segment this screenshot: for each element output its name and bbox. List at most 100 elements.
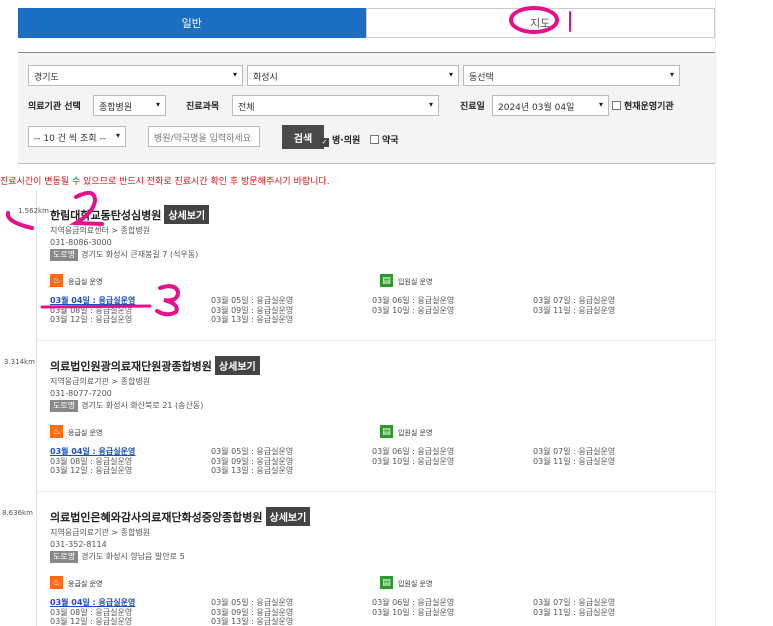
chevron-down-icon: ▾	[155, 100, 160, 109]
dept-label: 진료과목	[186, 102, 220, 112]
schedule-column: 03월 06일 : 응급실운영 03월 10일 : 응급실운영	[372, 296, 492, 315]
address-text: 경기도 화성시 큰재봉길 7 (석우동)	[81, 250, 199, 259]
pharmacy-label: 약국	[382, 136, 399, 146]
tab-general[interactable]: 일반	[18, 8, 366, 38]
schedule-line: 03월 13일 : 응급실운영	[211, 466, 294, 475]
schedule-column: 03월 05일 : 응급실운영 03월 09일 : 응급실운영 03월 13일 : …	[211, 598, 331, 626]
er-label: 응급실 운영	[68, 278, 103, 286]
hospital-name-text[interactable]: 의료법인은혜와감사의료재단화성중앙종합병원	[50, 511, 263, 524]
timeline-line	[36, 190, 37, 626]
schedule-line: 03월 10일 : 응급실운영	[372, 607, 455, 617]
dong-value: 동선택	[469, 73, 494, 83]
schedule-line: 03월 08일 : 응급실운영	[50, 607, 133, 617]
today-link[interactable]: 03월 04일 : 응급실운영	[50, 598, 170, 608]
schedule-line: 03월 12일 : 응급실운영	[50, 466, 133, 475]
bed-icon: ▤	[380, 576, 393, 589]
schedule-line: 03월 09일 : 응급실운영	[211, 305, 294, 315]
today-link[interactable]: 03월 04일 : 응급실운영	[50, 296, 170, 306]
schedule-line: 03월 07일 : 응급실운영	[533, 296, 616, 305]
chevron-down-icon: ▾	[428, 100, 433, 109]
schedule-line: 03월 07일 : 응급실운영	[533, 447, 616, 456]
schedule-line: 03월 13일 : 응급실운영	[211, 315, 294, 324]
inpatient-label: 입원실 운영	[398, 580, 433, 588]
operating-label: 현재운영기관	[624, 102, 674, 112]
address-text: 경기도 화성시 향남읍 발안로 5	[81, 552, 185, 561]
hospital-category: 지역응급의료기관 > 종합병원	[50, 528, 151, 537]
page-size-value: -- 10 건 씩 조회 --	[34, 134, 106, 144]
facility-value: 종합병원	[99, 103, 133, 113]
schedule-line: 03월 11일 : 응급실운영	[533, 456, 616, 466]
schedule-line: 03월 05일 : 응급실운영	[211, 296, 294, 305]
hospital-category: 지역응급의료기관 > 종합병원	[50, 377, 151, 386]
bed-icon: ▤	[380, 425, 393, 438]
region-value: 경기도	[34, 73, 59, 83]
city-value: 화성시	[253, 73, 278, 83]
hospital-checkbox[interactable]: ✓ 병·의원	[320, 133, 360, 147]
chevron-down-icon: ▾	[598, 100, 603, 109]
date-select[interactable]: 2024년 03월 04일 ▾	[492, 95, 609, 116]
schedule-column: 03월 06일 : 응급실운영 03월 10일 : 응급실운영	[372, 598, 492, 617]
schedule-line: 03월 08일 : 응급실운영	[50, 305, 133, 315]
schedule-column: 03월 07일 : 응급실운영 03월 11일 : 응급실운영	[533, 598, 653, 617]
er-label: 응급실 운영	[68, 580, 103, 588]
pharmacy-checkbox[interactable]: 약국	[370, 133, 399, 146]
today-link[interactable]: 03월 04일 : 응급실운영	[50, 447, 170, 457]
schedule-column: 03월 05일 : 응급실운영 03월 09일 : 응급실운영 03월 13일 : …	[211, 447, 331, 476]
siren-icon: ♨	[50, 274, 63, 287]
schedule-line: 03월 05일 : 응급실운영	[211, 598, 294, 607]
checkmark-icon: ✓	[320, 138, 329, 147]
schedule-column: 03월 05일 : 응급실운영 03월 09일 : 응급실운영 03월 13일 : …	[211, 296, 331, 325]
hospital-info: 지역응급의료센터 > 종합병원 031-8086-3000 도로명 경기도 화성시 큰…	[50, 225, 198, 261]
siren-icon: ♨	[50, 425, 63, 438]
page-size-select[interactable]: -- 10 건 씩 조회 -- ▾	[28, 126, 126, 147]
schedule-line: 03월 12일 : 응급실운영	[50, 617, 133, 626]
hospital-address: 도로명 경기도 화성시 화산북로 21 (송산동)	[50, 400, 203, 412]
schedule-line: 03월 08일 : 응급실운영	[50, 456, 133, 466]
schedule-line: 03월 09일 : 응급실운영	[211, 607, 294, 617]
detail-button[interactable]: 상세보기	[164, 205, 210, 224]
schedule-column: 03월 06일 : 응급실운영 03월 10일 : 응급실운영	[372, 447, 492, 466]
city-select[interactable]: 화성시 ▾	[247, 65, 459, 86]
schedule-column: 03월 04일 : 응급실운영 03월 08일 : 응급실운영 03월 12일 : …	[50, 447, 170, 476]
checkbox-icon	[612, 101, 621, 110]
hospital-name: 한림대학교동탄성심병원 상세보기	[50, 205, 210, 224]
bed-icon: ▤	[380, 274, 393, 287]
schedule-column: 03월 07일 : 응급실운영 03월 11일 : 응급실운영	[533, 447, 653, 466]
road-name-tag: 도로명	[50, 551, 79, 563]
operating-checkbox[interactable]: 현재운영기관	[612, 99, 674, 112]
address-text: 경기도 화성시 화산북로 21 (송산동)	[81, 401, 204, 410]
schedule-column: 03월 07일 : 응급실운영 03월 11일 : 응급실운영	[533, 296, 653, 315]
chevron-down-icon: ▾	[115, 131, 120, 140]
schedule-line: 03월 09일 : 응급실운영	[211, 456, 294, 466]
schedule-line: 03월 06일 : 응급실운영	[372, 296, 455, 305]
detail-button[interactable]: 상세보기	[265, 507, 311, 526]
facility-select[interactable]: 종합병원 ▾	[93, 95, 166, 116]
entry-separator	[36, 491, 716, 492]
road-name-tag: 도로명	[50, 249, 79, 261]
right-margin	[715, 0, 773, 626]
schedule-line: 03월 10일 : 응급실운영	[372, 456, 455, 466]
hospital-phone: 031-8077-7200	[50, 389, 112, 398]
schedule-column: 03월 04일 : 응급실운영 03월 08일 : 응급실운영 03월 12일 : …	[50, 598, 170, 626]
hospital-address: 도로명 경기도 화성시 큰재봉길 7 (석우동)	[50, 249, 198, 261]
hospital-name: 의료법인원광의료재단원광종합병원 상세보기	[50, 356, 260, 375]
schedule-line: 03월 06일 : 응급실운영	[372, 447, 455, 456]
checkbox-icon	[370, 135, 379, 144]
search-input[interactable]: 병원/약국명을 입력하세요	[148, 126, 260, 147]
dept-value: 전체	[238, 103, 255, 113]
schedule-line: 03월 10일 : 응급실운영	[372, 305, 455, 315]
search-button[interactable]: 검색	[282, 125, 324, 149]
dong-select[interactable]: 동선택 ▾	[463, 65, 680, 86]
dept-select[interactable]: 전체 ▾	[232, 95, 439, 116]
tab-map[interactable]: 지도	[365, 8, 715, 38]
distance: 1.562km	[18, 207, 49, 215]
distance: 3.314km	[4, 358, 35, 366]
road-name-tag: 도로명	[50, 400, 79, 412]
er-label: 응급실 운영	[68, 429, 103, 437]
region-select[interactable]: 경기도 ▾	[28, 65, 243, 86]
schedule-line: 03월 11일 : 응급실운영	[533, 607, 616, 617]
hospital-name-text[interactable]: 한림대학교동탄성심병원	[50, 209, 161, 222]
schedule-column: 03월 04일 : 응급실운영 03월 08일 : 응급실운영 03월 12일 : …	[50, 296, 170, 325]
detail-button[interactable]: 상세보기	[214, 356, 260, 375]
hospital-name-text[interactable]: 의료법인원광의료재단원광종합병원	[50, 360, 212, 373]
